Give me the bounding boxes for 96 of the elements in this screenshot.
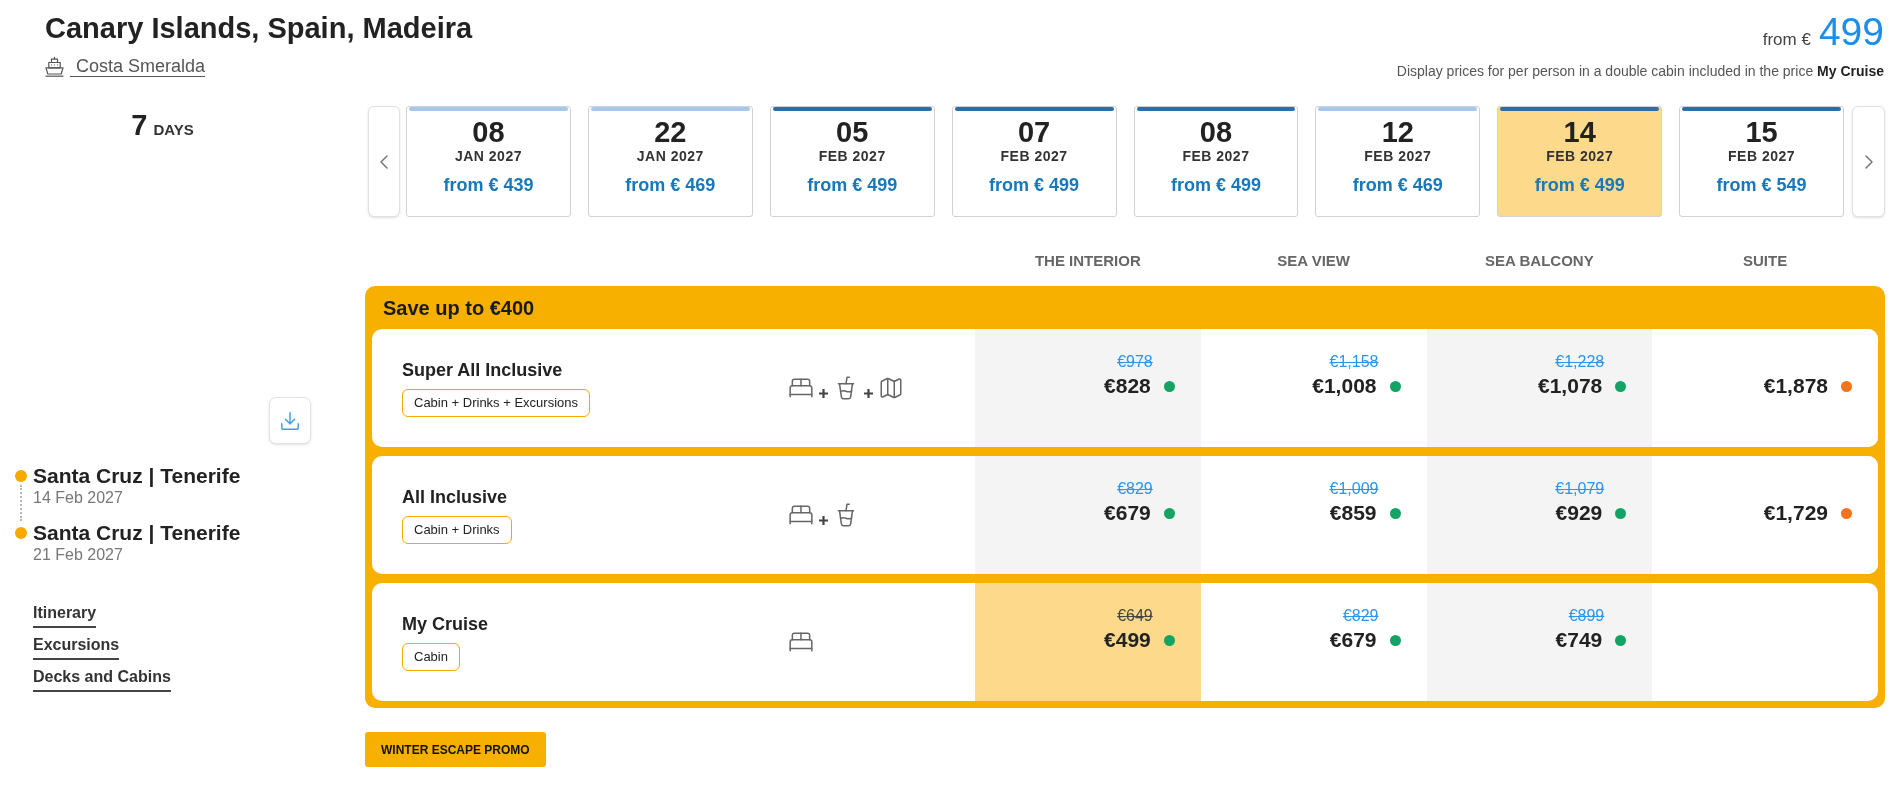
date-price: from € 439 — [443, 174, 534, 196]
date-month: FEB 2027 — [1182, 148, 1250, 164]
date-month: FEB 2027 — [818, 148, 886, 164]
plan-name: Super All Inclusive — [402, 359, 563, 381]
date-day: 15 — [1745, 117, 1778, 147]
price-cell[interactable]: €1,079 €929 — [1426, 456, 1653, 574]
chevron-left-icon — [380, 154, 388, 169]
date-price: from € 499 — [989, 174, 1080, 196]
date-card[interactable]: 05 FEB 2027 from € 499 — [769, 106, 935, 217]
port-name: Santa Cruz | Tenerife — [33, 464, 241, 488]
date-price: from € 469 — [625, 174, 716, 196]
column-header: THE INTERIOR — [1034, 251, 1141, 271]
map-icon — [878, 375, 904, 401]
date-month: FEB 2027 — [1728, 148, 1796, 164]
old-price: €1,158 — [1329, 352, 1379, 372]
date-month: JAN 2027 — [454, 148, 522, 164]
price-from-amount: 499 — [1818, 10, 1884, 54]
date-month: FEB 2027 — [1364, 148, 1432, 164]
plan-name: All Inclusive — [402, 486, 508, 508]
savings-text: Save up to €400 — [383, 296, 535, 320]
route-line — [20, 485, 22, 521]
date-price: from € 549 — [1716, 174, 1807, 196]
date-day: 12 — [1381, 117, 1414, 147]
date-card[interactable]: 14 FEB 2027 from € 499 — [1497, 106, 1663, 217]
price-cell[interactable]: €978 €828 — [975, 329, 1201, 447]
price-cell[interactable]: €1,228 €1,078 — [1426, 329, 1653, 447]
date-day: 08 — [1199, 117, 1233, 147]
nav-link[interactable]: Itinerary — [33, 603, 97, 628]
duration-number: 7 — [131, 111, 148, 139]
price: €859 — [1329, 501, 1377, 525]
date-card[interactable]: 12 FEB 2027 from € 469 — [1315, 106, 1481, 217]
old-price: €829 — [1117, 479, 1153, 499]
port-name: Santa Cruz | Tenerife — [33, 521, 241, 545]
plan-name: My Cruise — [402, 613, 489, 635]
inclusions-tag: Cabin — [402, 643, 460, 671]
old-price: €1,079 — [1555, 479, 1605, 499]
price: €499 — [1104, 628, 1151, 652]
inclusions-tag: Cabin + Drinks + Excursions — [402, 389, 590, 417]
date-price: from € 469 — [1352, 174, 1443, 196]
date-day: 08 — [472, 117, 505, 147]
duration-unit: DAYS — [153, 120, 194, 140]
column-header: SEA VIEW — [1277, 251, 1350, 271]
old-price: €978 — [1117, 352, 1153, 372]
page-title: Canary Islands, Spain, Madeira — [45, 11, 473, 46]
chevron-right-icon — [1864, 154, 1873, 169]
download-button[interactable] — [269, 397, 311, 444]
promo-button[interactable]: WINTER ESCAPE PROMO — [365, 732, 546, 767]
price: €1,729 — [1763, 501, 1828, 525]
date-day: 22 — [654, 117, 687, 147]
ship-icon — [45, 56, 64, 77]
date-card[interactable]: 08 JAN 2027 from € 439 — [406, 106, 571, 217]
download-icon — [279, 409, 301, 432]
date-day: 14 — [1563, 117, 1596, 147]
date-price: from € 499 — [1170, 174, 1261, 196]
column-header: SUITE — [1743, 251, 1788, 271]
price-note: Display prices for per person in a double cabin included in the price My Cruise — [1396, 62, 1884, 80]
price-cell[interactable]: €649 €499 — [975, 583, 1201, 701]
port-date: 21 Feb 2027 — [33, 545, 123, 565]
date-card[interactable]: 15 FEB 2027 from € 549 — [1679, 106, 1844, 217]
old-price: €899 — [1568, 606, 1605, 626]
date-day: 07 — [1017, 117, 1051, 147]
inclusions-tag: Cabin + Drinks — [402, 516, 512, 544]
price-from-label: from € — [1762, 29, 1811, 51]
price-cell[interactable]: €899 €749 — [1426, 583, 1653, 701]
price: €679 — [1104, 501, 1151, 525]
date-month: FEB 2027 — [1546, 148, 1614, 164]
plus-icon — [864, 388, 873, 398]
price: €1,008 — [1312, 374, 1377, 398]
price: €828 — [1104, 374, 1151, 398]
date-price: from € 499 — [1534, 174, 1625, 196]
previous-button[interactable] — [368, 106, 400, 217]
date-month: FEB 2027 — [1000, 148, 1068, 164]
column-header: SEA BALCONY — [1485, 251, 1594, 271]
port-date: 14 Feb 2027 — [33, 488, 123, 508]
nav-link[interactable]: Decks and Cabins — [33, 667, 171, 692]
date-price: from € 499 — [807, 174, 898, 196]
date-month: JAN 2027 — [636, 148, 704, 164]
old-price: €829 — [1342, 606, 1379, 626]
old-price: €649 — [1117, 606, 1153, 626]
price-cell[interactable]: €829 €679 — [975, 456, 1201, 574]
next-button[interactable] — [1852, 106, 1885, 217]
price: €1,078 — [1538, 374, 1603, 398]
date-card[interactable]: 07 FEB 2027 from € 499 — [951, 106, 1117, 217]
ship-link[interactable]: Costa Smeralda — [45, 56, 206, 77]
price: €929 — [1555, 501, 1603, 525]
date-card[interactable]: 08 FEB 2027 from € 499 — [1133, 106, 1299, 217]
price: €749 — [1555, 628, 1603, 652]
old-price: €1,228 — [1555, 352, 1605, 372]
price: €679 — [1329, 628, 1377, 652]
plus-icon — [819, 515, 828, 525]
plus-icon — [819, 388, 828, 398]
price: €1,878 — [1763, 374, 1828, 398]
old-price: €1,009 — [1329, 479, 1379, 499]
date-day: 05 — [836, 117, 869, 147]
nav-link[interactable]: Excursions — [33, 635, 120, 660]
date-card[interactable]: 22 JAN 2027 from € 469 — [587, 106, 753, 217]
